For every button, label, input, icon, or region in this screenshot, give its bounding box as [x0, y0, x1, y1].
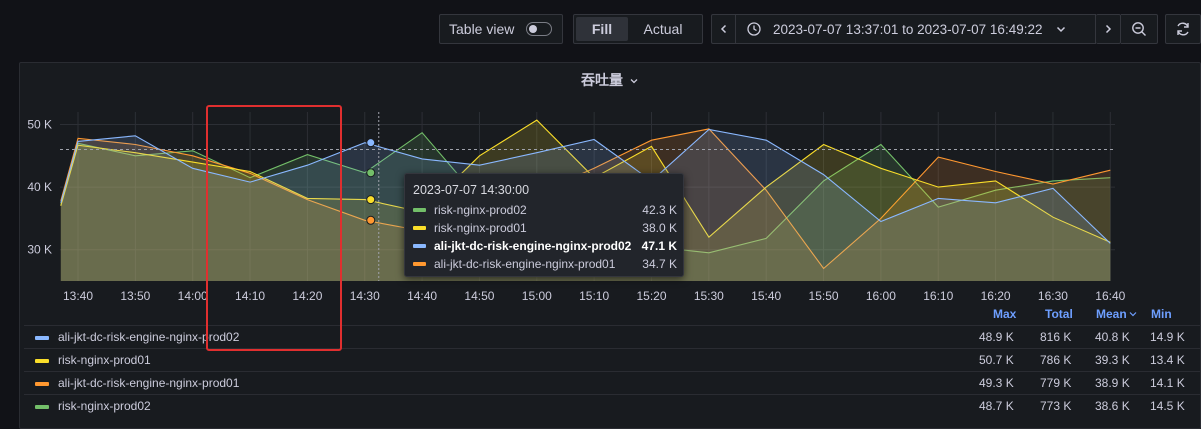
x-tick-label: 13:40	[63, 289, 93, 303]
tooltip-series-name: ali-jkt-dc-risk-engine-nginx-prod02	[434, 239, 632, 253]
legend-header-mean[interactable]: Mean	[1096, 307, 1137, 321]
highlight-annotation-box	[206, 105, 342, 351]
legend-header-total[interactable]: Total	[1045, 307, 1073, 321]
legend-series-name: risk-nginx-prod02	[58, 399, 151, 413]
legend-row[interactable]: risk-nginx-prod01 50.7 K 786 K 39.3 K 13…	[24, 348, 1201, 371]
hover-tooltip: 2023-07-07 14:30:00 risk-nginx-prod02 42…	[404, 173, 684, 277]
x-tick-label: 15:30	[694, 289, 724, 303]
y-tick-label: 30 K	[27, 243, 52, 257]
series-swatch	[35, 382, 49, 386]
legend-max: 48.9 K	[979, 330, 1014, 344]
x-tick-label: 16:20	[981, 289, 1011, 303]
legend-max: 49.3 K	[979, 376, 1014, 390]
series-swatch	[35, 336, 49, 340]
series-swatch	[413, 262, 426, 266]
x-tick-label: 14:40	[407, 289, 437, 303]
hover-point	[366, 215, 376, 225]
series-swatch	[413, 208, 426, 212]
legend-mean: 40.8 K	[1095, 330, 1130, 344]
legend-mean: 38.9 K	[1095, 376, 1130, 390]
legend-max: 48.7 K	[979, 399, 1014, 413]
series-swatch	[35, 359, 49, 363]
legend-max: 50.7 K	[979, 353, 1014, 367]
x-tick-label: 16:00	[866, 289, 896, 303]
legend-total: 816 K	[1040, 330, 1072, 344]
legend-total: 786 K	[1040, 353, 1072, 367]
x-tick-label: 15:10	[579, 289, 609, 303]
x-tick-label: 16:10	[923, 289, 953, 303]
sort-desc-icon	[1129, 312, 1137, 317]
legend-header-min[interactable]: Min	[1151, 307, 1172, 321]
tooltip-row: risk-nginx-prod02 42.3 K	[413, 201, 677, 219]
legend-row[interactable]: ali-jkt-dc-risk-engine-nginx-prod02 48.9…	[24, 325, 1201, 348]
legend-series-name: ali-jkt-dc-risk-engine-nginx-prod01	[58, 376, 240, 390]
legend-row[interactable]: ali-jkt-dc-risk-engine-nginx-prod01 49.3…	[24, 371, 1201, 394]
x-tick-label: 14:30	[350, 289, 380, 303]
hover-point	[366, 138, 376, 148]
legend-mean: 38.6 K	[1095, 399, 1130, 413]
legend-total: 779 K	[1040, 376, 1072, 390]
x-tick-label: 15:50	[809, 289, 839, 303]
x-tick-label: 15:20	[636, 289, 666, 303]
tooltip-series-value: 38.0 K	[642, 221, 677, 235]
tooltip-row: risk-nginx-prod01 38.0 K	[413, 219, 677, 237]
tooltip-row: ali-jkt-dc-risk-engine-nginx-prod02 47.1…	[413, 237, 677, 255]
series-swatch	[413, 226, 426, 230]
tooltip-series-value: 42.3 K	[642, 203, 677, 217]
legend-min: 13.4 K	[1150, 353, 1185, 367]
tooltip-row: ali-jkt-dc-risk-engine-nginx-prod01 34.7…	[413, 255, 677, 273]
x-tick-label: 16:30	[1038, 289, 1068, 303]
legend-row[interactable]: risk-nginx-prod02 48.7 K 773 K 38.6 K 14…	[24, 394, 1201, 417]
tooltip-time: 2023-07-07 14:30:00	[413, 183, 530, 197]
series-swatch	[35, 405, 49, 409]
legend-series-name: risk-nginx-prod01	[58, 353, 151, 367]
hover-point	[366, 168, 376, 178]
legend-header-mean-label: Mean	[1096, 307, 1127, 321]
tooltip-series-value: 47.1 K	[641, 239, 677, 253]
x-tick-label: 14:50	[464, 289, 494, 303]
y-tick-label: 40 K	[27, 180, 52, 194]
series-swatch	[413, 244, 426, 248]
legend-header-max[interactable]: Max	[993, 307, 1016, 321]
legend-min: 14.9 K	[1150, 330, 1185, 344]
x-tick-label: 14:00	[178, 289, 208, 303]
tooltip-series-name: ali-jkt-dc-risk-engine-nginx-prod01	[434, 257, 616, 271]
legend-min: 14.5 K	[1150, 399, 1185, 413]
legend-mean: 39.3 K	[1095, 353, 1130, 367]
tooltip-series-name: risk-nginx-prod02	[434, 203, 527, 217]
x-tick-label: 15:00	[522, 289, 552, 303]
x-tick-label: 15:40	[751, 289, 781, 303]
x-tick-label: 16:40	[1095, 289, 1125, 303]
tooltip-series-value: 34.7 K	[642, 257, 677, 271]
legend-min: 14.1 K	[1150, 376, 1185, 390]
hover-point	[366, 195, 376, 205]
tooltip-series-name: risk-nginx-prod01	[434, 221, 527, 235]
x-tick-label: 13:50	[120, 289, 150, 303]
y-tick-label: 50 K	[27, 118, 52, 132]
legend-total: 773 K	[1040, 399, 1072, 413]
